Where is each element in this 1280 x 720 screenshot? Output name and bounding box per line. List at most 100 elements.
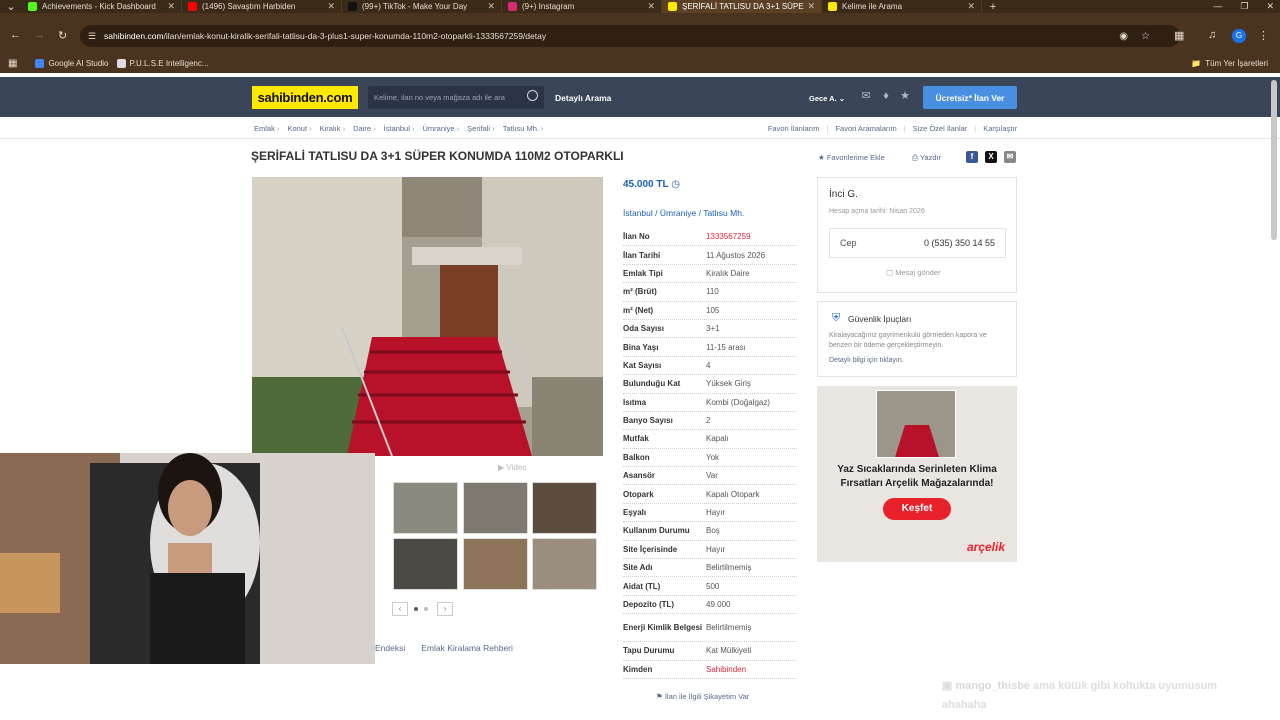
tab-favicon-icon (348, 2, 357, 11)
star-icon: ★ (818, 153, 825, 162)
close-window-icon[interactable]: ✕ (1266, 0, 1274, 13)
ad-discover-button[interactable]: Keşfet (883, 498, 951, 520)
star-icon[interactable]: ★ (899, 91, 911, 102)
browser-tab[interactable]: (99+) TikTok - Make Your Day ✕ (342, 0, 502, 13)
detail-value: 4 (706, 360, 711, 370)
email-share-icon[interactable]: ✉ (1004, 151, 1016, 163)
breadcrumb-item[interactable]: İstanbul (384, 124, 415, 133)
location-link[interactable]: Ümraniye (660, 208, 696, 218)
add-favorite-link[interactable]: ★ Favorilerime Ekle (818, 153, 885, 162)
quick-link[interactable]: Favori Aramalarım (835, 124, 896, 133)
search-icon[interactable] (527, 90, 538, 101)
footer-link[interactable]: Emlak Kiralama Rehberi (421, 643, 513, 653)
user-menu[interactable]: Gece A. ⌄ (809, 94, 845, 103)
url-host: sahibinden.com (104, 31, 164, 41)
breadcrumb-item[interactable]: Kiralık (320, 124, 345, 133)
detailed-search-link[interactable]: Detaylı Arama (555, 93, 611, 103)
detail-row: Kimden Sahibinden (623, 661, 797, 679)
thumbnail[interactable] (532, 482, 597, 534)
thumbnail[interactable] (532, 538, 597, 590)
tab-close-icon[interactable]: ✕ (807, 1, 815, 12)
back-icon[interactable]: ← (10, 29, 21, 41)
breadcrumb-item[interactable]: Şerifali (467, 124, 495, 133)
phone-number: 0 (535) 350 14 55 (923, 238, 995, 248)
bookmark-item[interactable]: Google AI Studio (35, 58, 109, 68)
seller-phone[interactable]: Cep 0 (535) 350 14 55 (829, 228, 1006, 258)
site-info-icon[interactable]: ☰ (88, 31, 96, 42)
browser-tab[interactable]: Kelime ile Arama ✕ (822, 0, 982, 13)
thumbnail[interactable] (463, 538, 528, 590)
detail-value: Kombi (Doğalgaz) (706, 397, 771, 407)
quick-link[interactable]: Favori İlanlarım (768, 124, 820, 133)
breadcrumb-item[interactable]: Ümraniye (422, 124, 459, 133)
complain-link[interactable]: ⚑ İlan ile İlgili Şikayetim Var (656, 692, 749, 701)
main-listing-photo[interactable] (252, 177, 603, 456)
carousel-dot[interactable] (414, 607, 418, 611)
thumbnail[interactable] (463, 482, 528, 534)
tab-search-icon[interactable]: ⌄ (0, 0, 22, 13)
security-tips-link[interactable]: Detaylı bilgi için tıklayın. (829, 357, 904, 364)
thumbnail[interactable] (393, 482, 458, 534)
new-tab-button[interactable]: + (982, 1, 1004, 13)
thumbnail-prev-button[interactable]: ‹ (392, 602, 408, 616)
page-scrollbar[interactable] (1271, 80, 1277, 240)
footer-link[interactable]: Endeksi (375, 643, 405, 653)
seller-name[interactable]: İnci G. (829, 189, 858, 200)
reload-icon[interactable]: ↻ (58, 29, 67, 42)
bell-icon[interactable]: ♦ (880, 91, 892, 102)
detail-key: Kat Sayısı (623, 360, 662, 370)
detail-value: Var (706, 471, 718, 481)
minimize-icon[interactable]: — (1213, 0, 1222, 13)
tab-close-icon[interactable]: ✕ (967, 1, 975, 12)
site-logo[interactable]: sahibinden.com (252, 86, 358, 109)
search-input[interactable]: Kelime, ilan no veya mağaza adı ile ara (368, 86, 544, 109)
tab-close-icon[interactable]: ✕ (487, 1, 495, 12)
breadcrumb-item[interactable]: Konut (287, 124, 311, 133)
carousel-dot[interactable] (424, 607, 428, 611)
tab-close-icon[interactable]: ✕ (327, 1, 335, 12)
browser-tab[interactable]: Achievements - Kick Dashboard ✕ (22, 0, 182, 13)
send-message-link[interactable]: ▢ Mesaj gönder (886, 268, 941, 277)
print-link[interactable]: ⎙ Yazdır (912, 153, 941, 163)
all-bookmarks[interactable]: 📁 Tüm Yer İşaretleri (1191, 59, 1268, 68)
location-link[interactable]: Tatlısu Mh. (703, 208, 744, 218)
browser-tab[interactable]: ŞERİFALİ TATLISU DA 3+1 SÜPE ✕ (662, 0, 822, 13)
bookmark-star-icon[interactable]: ☆ (1141, 31, 1150, 42)
tab-close-icon[interactable]: ✕ (647, 1, 655, 12)
detail-row: Kullanım Durumu Boş (623, 522, 797, 541)
chat-username: mango_thisbe (955, 680, 1031, 692)
video-button[interactable]: ▶ Video (498, 463, 527, 472)
facebook-share-icon[interactable]: f (966, 151, 978, 163)
advertisement-banner[interactable]: Yaz Sıcaklarında Serinleten Klima Fırsat… (817, 386, 1017, 562)
detail-value[interactable]: 1333567259 (706, 232, 751, 241)
breadcrumb-item[interactable]: Tatlısu Mh. (503, 124, 544, 133)
detail-value[interactable]: Sahibinden (706, 665, 746, 674)
quick-link[interactable]: Karşılaştır (983, 124, 1017, 133)
menu-icon[interactable]: ⋮ (1258, 29, 1269, 42)
search-placeholder: Kelime, ilan no veya mağaza adı ile ara (374, 93, 505, 102)
eye-off-icon[interactable]: ◉ (1119, 31, 1128, 42)
address-bar[interactable]: ☰ sahibinden.com/ilan/emlak-konut-kirali… (80, 25, 1180, 47)
bookmark-item[interactable]: P.U.L.S.E Intelligenc... (116, 58, 209, 68)
browser-tab[interactable]: (1496) Savaştım Harbiden ✕ (182, 0, 342, 13)
breadcrumb-item[interactable]: Daire (353, 124, 376, 133)
price-history-icon[interactable]: ◷ (671, 179, 680, 190)
quick-link[interactable]: Size Özel İlanlar (913, 124, 968, 133)
extensions-icon[interactable]: ▦ (1174, 29, 1184, 42)
breadcrumb-item[interactable]: Emlak (254, 124, 279, 133)
tab-close-icon[interactable]: ✕ (167, 1, 175, 12)
apps-grid-icon[interactable]: ▦ (8, 58, 17, 69)
restore-icon[interactable]: ❐ (1240, 0, 1248, 13)
forward-icon[interactable]: → (34, 29, 45, 41)
location-link[interactable]: İstanbul (623, 208, 653, 218)
thumbnail-next-button[interactable]: › (437, 602, 453, 616)
post-ad-button[interactable]: Ücretsiz* İlan Ver (923, 86, 1017, 109)
profile-avatar[interactable]: G (1232, 29, 1246, 43)
detail-value: 49.000 (706, 600, 731, 609)
tab-title: Achievements - Kick Dashboard (42, 2, 156, 11)
thumbnail[interactable] (393, 538, 458, 590)
mail-icon[interactable]: ✉ (860, 91, 872, 102)
x-share-icon[interactable]: X (985, 151, 997, 163)
media-icon[interactable]: ♫ (1208, 29, 1216, 41)
browser-tab[interactable]: (9+) Instagram ✕ (502, 0, 662, 13)
